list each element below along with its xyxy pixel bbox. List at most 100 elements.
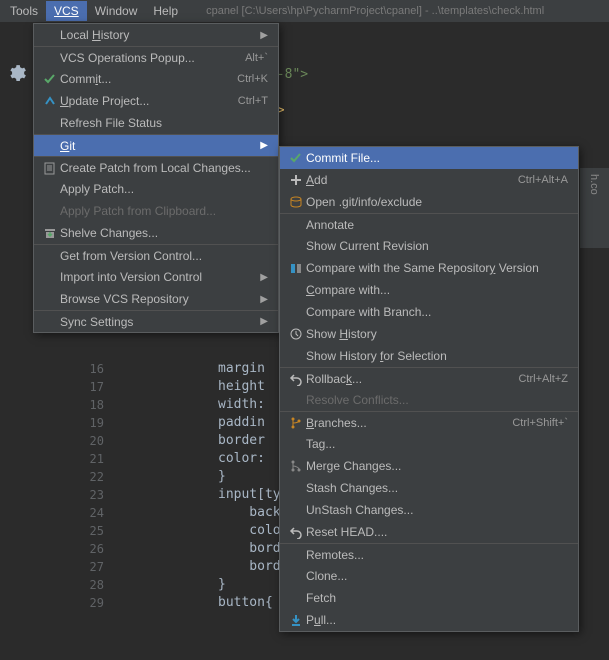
submenu-arrow-icon: ▶: [260, 140, 268, 151]
menu-window[interactable]: Window: [87, 1, 146, 21]
menu-item-label: Create Patch from Local Changes...: [60, 161, 268, 175]
git-menu-item[interactable]: UnStash Changes...: [280, 499, 578, 521]
menu-item-label: Resolve Conflicts...: [306, 393, 568, 407]
vcs-menu-item[interactable]: Get from Version Control...: [34, 244, 278, 266]
undo-icon: [286, 525, 306, 539]
vcs-menu-item[interactable]: Update Project...Ctrl+T: [34, 90, 278, 112]
git-menu-item[interactable]: Show History for Selection: [280, 345, 578, 367]
line-number: 23: [68, 486, 104, 504]
git-menu-item[interactable]: Stash Changes...: [280, 477, 578, 499]
git-submenu: Commit File... AddCtrl+Alt+A Open .git/inf…: [279, 146, 579, 632]
git-menu-item[interactable]: Rollback...Ctrl+Alt+Z: [280, 367, 578, 389]
pull-icon: [286, 613, 306, 627]
vcs-menu-item[interactable]: VCS Operations Popup...Alt+`: [34, 46, 278, 68]
menu-shortcut: Alt+`: [245, 52, 268, 64]
git-menu-item[interactable]: Tag...: [280, 433, 578, 455]
branch-icon: [286, 416, 306, 430]
line-number: 29: [68, 594, 104, 612]
line-number: 20: [68, 432, 104, 450]
menu-item-label: Git: [60, 139, 254, 153]
git-menu-item[interactable]: Clone...: [280, 565, 578, 587]
menu-item-label: Apply Patch...: [60, 182, 268, 196]
vcs-menu-item[interactable]: Import into Version Control ▶: [34, 266, 278, 288]
merge-icon: [286, 459, 306, 473]
undo-icon: [286, 372, 306, 386]
line-number: 24: [68, 504, 104, 522]
vcs-menu-item[interactable]: Refresh File Status: [34, 112, 278, 134]
vcs-menu-item[interactable]: Apply Patch...: [34, 178, 278, 200]
menu-item-label: Merge Changes...: [306, 459, 568, 473]
menu-item-label: Compare with the Same Repository Version: [306, 261, 568, 275]
menu-item-label: VCS Operations Popup...: [60, 51, 245, 65]
menu-item-label: Commit File...: [306, 151, 568, 165]
line-number: 28: [68, 576, 104, 594]
menu-item-label: Compare with Branch...: [306, 305, 568, 319]
submenu-arrow-icon: ▶: [260, 30, 268, 41]
menu-item-label: Stash Changes...: [306, 481, 568, 495]
menu-item-label: Show Current Revision: [306, 239, 568, 253]
git-menu-item[interactable]: Show Current Revision: [280, 235, 578, 257]
menu-item-label: Branches...: [306, 416, 512, 430]
vcs-menu-item: Apply Patch from Clipboard...: [34, 200, 278, 222]
line-number: 27: [68, 558, 104, 576]
menu-item-label: Show History: [306, 327, 568, 341]
git-menu-item: Resolve Conflicts...: [280, 389, 578, 411]
git-menu-item[interactable]: Branches...Ctrl+Shift+`: [280, 411, 578, 433]
menu-shortcut: Ctrl+Shift+`: [512, 417, 568, 429]
menu-item-label: Add: [306, 173, 518, 187]
git-menu-item[interactable]: Compare with Branch...: [280, 301, 578, 323]
menu-shortcut: Ctrl+Alt+Z: [518, 373, 568, 385]
git-menu-item[interactable]: AddCtrl+Alt+A: [280, 169, 578, 191]
vcs-menu-item[interactable]: Git ▶: [34, 134, 278, 156]
line-number: 25: [68, 522, 104, 540]
menu-item-label: Rollback...: [306, 372, 518, 386]
line-number: 17: [68, 378, 104, 396]
submenu-arrow-icon: ▶: [260, 316, 268, 327]
menu-item-label: Import into Version Control: [60, 270, 254, 284]
diff-icon: [286, 261, 306, 275]
check-icon: [286, 151, 306, 165]
clock-icon: [286, 327, 306, 341]
menu-vcs[interactable]: VCS: [46, 1, 87, 21]
vcs-menu-item[interactable]: Browse VCS Repository▶: [34, 288, 278, 310]
git-menu-item[interactable]: Compare with...: [280, 279, 578, 301]
menu-item-label: Show History for Selection: [306, 349, 568, 363]
git-menu-item[interactable]: Reset HEAD....: [280, 521, 578, 543]
menu-item-label: Apply Patch from Clipboard...: [60, 204, 268, 218]
line-number: 21: [68, 450, 104, 468]
line-number: 26: [68, 540, 104, 558]
menu-item-label: Clone...: [306, 569, 568, 583]
git-menu-item[interactable]: Pull...: [280, 609, 578, 631]
vcs-menu-item[interactable]: Create Patch from Local Changes...: [34, 156, 278, 178]
submenu-arrow-icon: ▶: [260, 272, 268, 283]
git-menu-item[interactable]: Show History: [280, 323, 578, 345]
git-menu-item[interactable]: Compare with the Same Repository Version: [280, 257, 578, 279]
menu-item-label: Update Project...: [60, 94, 238, 108]
git-menu-item[interactable]: Fetch: [280, 587, 578, 609]
menu-item-label: Compare with...: [306, 283, 568, 297]
menu-item-label: Sync Settings: [60, 315, 254, 329]
line-number: 19: [68, 414, 104, 432]
menu-help[interactable]: Help: [145, 1, 186, 21]
git-menu-item[interactable]: Commit File...: [280, 147, 578, 169]
menu-item-label: Commit...: [60, 72, 237, 86]
menu-shortcut: Ctrl+T: [238, 95, 268, 107]
menu-tools[interactable]: Tools: [2, 1, 46, 21]
menu-item-label: Shelve Changes...: [60, 226, 268, 240]
vcs-menu-item[interactable]: Local History▶: [34, 24, 278, 46]
git-menu-item[interactable]: Open .git/info/exclude: [280, 191, 578, 213]
menu-item-label: Tag...: [306, 437, 568, 451]
gear-icon[interactable]: [8, 64, 26, 82]
vcs-menu-item[interactable]: Sync Settings ▶: [34, 310, 278, 332]
update-icon: [40, 94, 60, 108]
menu-item-label: Open .git/info/exclude: [306, 195, 568, 209]
right-tool-tab[interactable]: h.co: [579, 168, 609, 248]
vcs-menu-item[interactable]: Commit...Ctrl+K: [34, 68, 278, 90]
submenu-arrow-icon: ▶: [260, 294, 268, 305]
git-menu-item[interactable]: Merge Changes...: [280, 455, 578, 477]
vcs-menu-item[interactable]: Shelve Changes...: [34, 222, 278, 244]
git-menu-item[interactable]: Remotes...: [280, 543, 578, 565]
git-menu-item[interactable]: Annotate: [280, 213, 578, 235]
menu-shortcut: Ctrl+Alt+A: [518, 174, 568, 186]
menu-item-label: Remotes...: [306, 548, 568, 562]
